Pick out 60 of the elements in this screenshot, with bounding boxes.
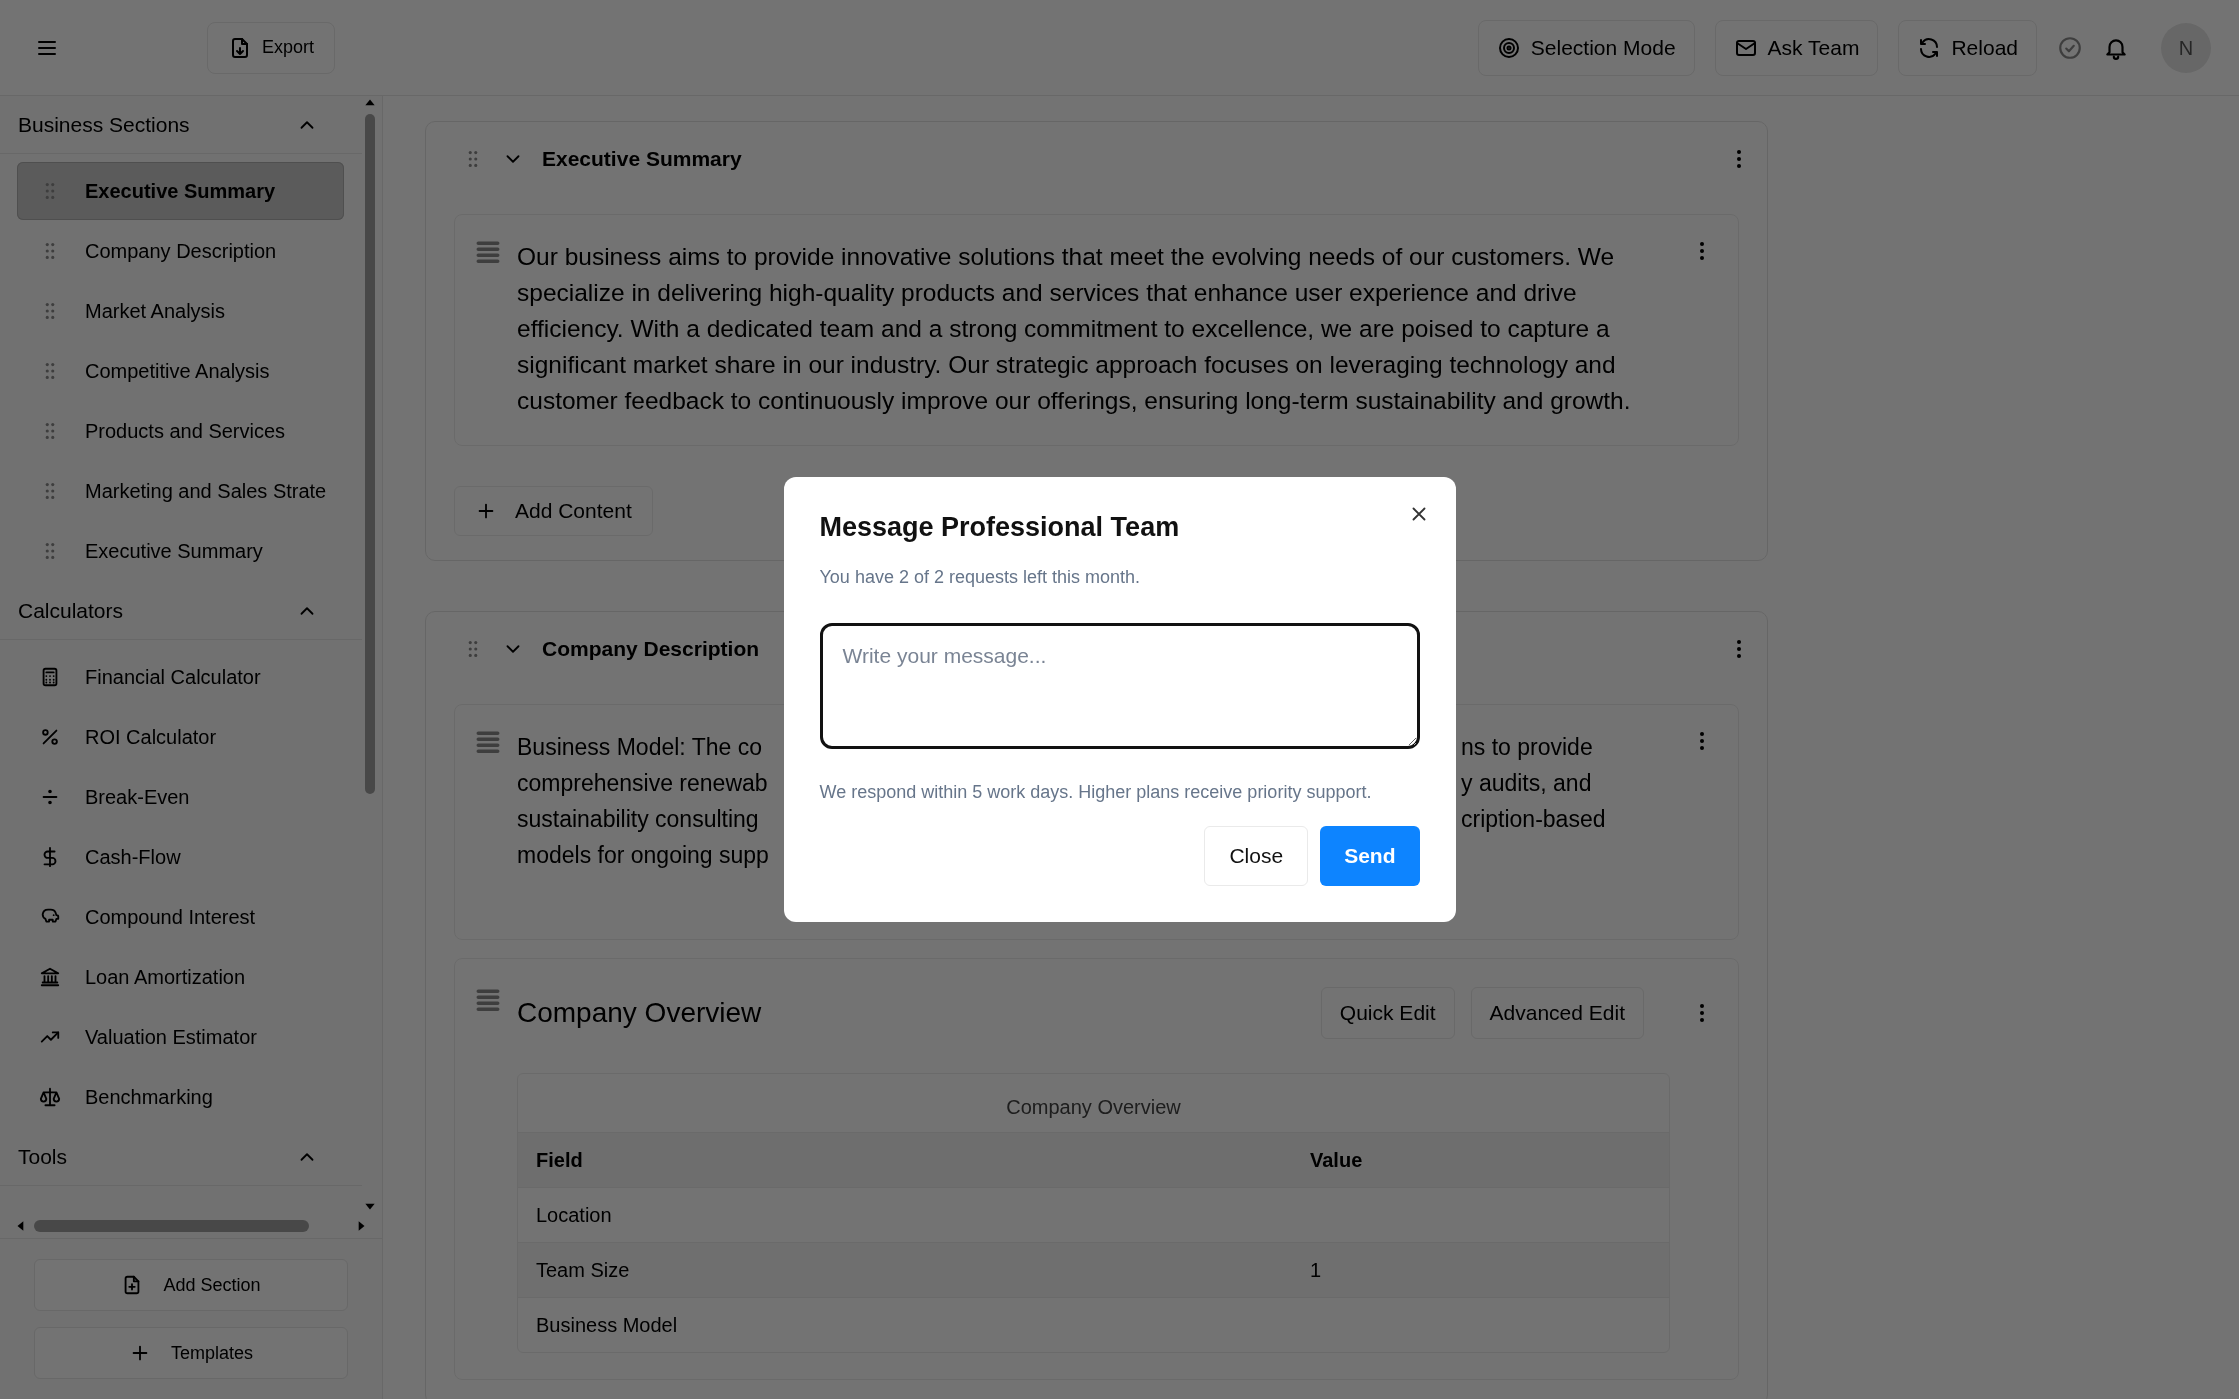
sidebar-item[interactable]: Cash-Flow — [17, 828, 344, 886]
section-title: Executive Summary — [542, 146, 742, 173]
paragraph-fragment: y audits, and — [1461, 769, 1593, 798]
paragraph-fragment: Business Model: The co — [517, 733, 764, 762]
table-cell-text: Location — [535, 1203, 613, 1228]
selection-mode-button[interactable]: Selection Mode — [1477, 19, 1695, 76]
send-button[interactable]: Send — [1320, 825, 1420, 886]
sidebar-item[interactable]: Executive Summary — [17, 162, 344, 220]
paragraph-fragment: ns to provide — [1461, 733, 1594, 762]
sidebar-item[interactable]: Executive Summary — [17, 522, 344, 580]
group-heading: Calculators — [18, 597, 124, 624]
target-icon — [1496, 35, 1521, 60]
sidebar-item[interactable]: Market Analysis — [17, 282, 344, 340]
sidebar-item[interactable]: Break-Even — [17, 768, 344, 826]
scales-icon — [39, 1086, 61, 1108]
group-heading: Business Sections — [18, 111, 190, 138]
block-handle-icon[interactable] — [475, 987, 501, 1013]
user-avatar[interactable]: N — [2161, 22, 2211, 73]
check-circle-icon[interactable] — [2057, 34, 2083, 61]
table-cell-text: Business Model — [535, 1313, 679, 1338]
sidebar-item[interactable]: Valuation Estimator — [17, 1008, 344, 1066]
column-header: Field — [535, 1148, 584, 1173]
paragraph-fragment: cription-based — [1461, 805, 1607, 834]
sidebar-item[interactable]: Compound Interest — [17, 888, 344, 946]
sidebar-item[interactable]: ROI Calculator — [17, 708, 344, 766]
sidebar-item[interactable]: Company Description — [17, 222, 344, 280]
quick-edit-button[interactable]: Quick Edit — [1320, 987, 1455, 1039]
paragraph-fragment: models for ongoing supp — [517, 841, 770, 870]
bank-icon — [39, 966, 61, 988]
export-button[interactable]: Export — [207, 21, 336, 74]
sidebar-item[interactable]: Financial Calculator — [17, 648, 344, 706]
table-cell-text: 1 — [1309, 1258, 1323, 1283]
sidebar-item[interactable]: Loan Amortization — [17, 948, 344, 1006]
dialog-title: Message Professional Team — [819, 511, 1181, 544]
advanced-edit-button[interactable]: Advanced Edit — [1470, 987, 1644, 1039]
table-caption: Company Overview — [1005, 1095, 1182, 1120]
close-dialog-button[interactable]: Close — [1204, 825, 1309, 886]
group-heading: Tools — [18, 1143, 68, 1170]
paragraph-fragment: comprehensive renewab — [517, 769, 769, 798]
paragraph-fragment: sustainability consulting — [517, 805, 760, 834]
sidebar-item[interactable]: Products and Services — [17, 402, 344, 460]
sidebar-item[interactable]: Benchmarking — [17, 1068, 344, 1126]
paragraph-text: Our business aims to provide innovative solutions that meet the evolving needs of our customers. We specialize in delivering high-quality products and services that enhance user experience and drive efficiency. With a dedicated team and a strong commitment to excellence, we are poised to capture a significant market share in our industry. Our strategic approach focuses on leveraging technology and customer feedback to continuously improve our offerings, ensuring long-term sustainability and growth. — [517, 242, 1632, 416]
block-title: Company Overview — [517, 996, 762, 1030]
ask-team-button[interactable]: Ask Team — [1714, 19, 1879, 76]
add-content-button[interactable]: Add Content — [454, 486, 653, 536]
section-title: Company Description — [542, 636, 760, 663]
column-header: Value — [1309, 1148, 1364, 1173]
requests-remaining-text: You have 2 of 2 requests left this month. — [819, 565, 1142, 589]
response-time-note: We respond within 5 work days. Higher plans receive priority support. — [819, 780, 1373, 804]
templates-button[interactable]: Templates — [34, 1327, 348, 1379]
table-cell-text: Team Size — [535, 1258, 631, 1283]
percent-icon — [39, 726, 61, 748]
block-handle-icon[interactable] — [475, 729, 501, 755]
message-input-field[interactable]: Write your message... — [819, 622, 1420, 749]
reload-button[interactable]: Reload — [1898, 19, 2037, 76]
add-section-button[interactable]: Add Section — [34, 1259, 348, 1311]
sidebar-item[interactable]: Competitive Analysis — [17, 342, 344, 400]
sidebar-item[interactable]: Marketing and Sales Strate — [17, 462, 344, 520]
block-handle-icon[interactable] — [475, 239, 501, 265]
